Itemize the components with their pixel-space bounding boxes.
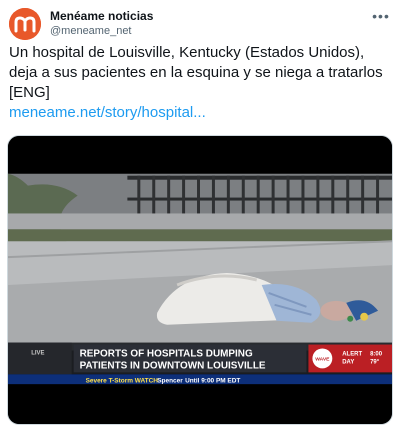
svg-text:LIVE: LIVE xyxy=(31,350,44,356)
chyron-time: 8:00 xyxy=(370,351,383,357)
ticker-label: Severe T-Storm WATCH xyxy=(86,377,159,384)
weather-ticker: Severe T-Storm WATCH Spencer Until 9:00 … xyxy=(8,374,392,384)
meneame-logo-icon xyxy=(9,8,41,40)
author-names: Menéame noticias @meneame_net xyxy=(50,8,153,39)
chyron-temperature: 79° xyxy=(370,359,380,365)
tweet-video[interactable]: LIVE REPORTS OF HOSPITALS DUMPING PATIEN… xyxy=(7,135,393,425)
tweet-header: Menéame noticias @meneame_net ••• xyxy=(9,8,391,42)
story-link[interactable]: meneame.net/story/hospital... xyxy=(9,103,393,123)
ticker-location: Spencer xyxy=(157,377,183,384)
more-horizontal-icon: ••• xyxy=(372,8,390,24)
tweet-body: Un hospital de Louisville, Kentucky (Est… xyxy=(9,43,393,123)
alert-label-line1: ALERT xyxy=(342,351,362,357)
more-options-button[interactable]: ••• xyxy=(371,8,391,24)
ticker-until: Until 9:00 PM EDT xyxy=(185,377,240,384)
station-badge: WAVE xyxy=(315,356,330,362)
tweet-card[interactable]: Menéame noticias @meneame_net ••• Un hos… xyxy=(0,0,400,430)
video-frame: LIVE REPORTS OF HOSPITALS DUMPING PATIEN… xyxy=(8,136,392,424)
user-handle[interactable]: @meneame_net xyxy=(50,24,153,39)
avatar[interactable] xyxy=(9,8,41,40)
tweet-text: Un hospital de Louisville, Kentucky (Est… xyxy=(9,44,383,101)
alert-label-line2: DAY xyxy=(342,359,354,365)
display-name[interactable]: Menéame noticias xyxy=(50,8,153,24)
chyron-headline-line1: REPORTS OF HOSPITALS DUMPING xyxy=(80,348,253,359)
chyron-headline-line2: PATIENTS IN DOWNTOWN LOUISVILLE xyxy=(80,360,266,371)
news-chyron: LIVE REPORTS OF HOSPITALS DUMPING PATIEN… xyxy=(8,342,392,375)
